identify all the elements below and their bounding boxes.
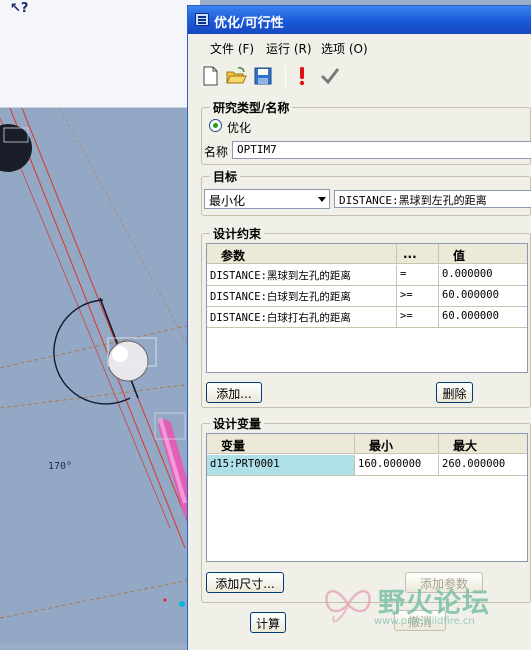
constraint-param[interactable]: DISTANCE:白球打右孔的距离 bbox=[207, 307, 397, 327]
toolbar-separator bbox=[285, 66, 286, 88]
optimize-radio[interactable] bbox=[209, 119, 222, 132]
checkmark-icon[interactable] bbox=[318, 64, 342, 88]
new-file-icon[interactable] bbox=[198, 64, 222, 88]
chevron-down-icon bbox=[318, 197, 326, 202]
window-title: 优化/可行性 bbox=[214, 16, 284, 31]
add-constraint-button[interactable]: 添加... bbox=[206, 382, 262, 403]
table-row[interactable]: DISTANCE:黑球到左孔的距离 = 0.000000 bbox=[207, 265, 527, 286]
table-row[interactable]: d15:PRT0001 160.000000 260.000000 bbox=[207, 455, 527, 476]
forum-watermark: 野火论坛 www.proewildfire.cn bbox=[322, 578, 531, 644]
menu-bar: 文件 (F) 运行 (R) 选项 (O) bbox=[188, 36, 531, 58]
name-field[interactable]: OPTIM7 bbox=[232, 141, 531, 159]
constraint-param[interactable]: DISTANCE:白球到左孔的距离 bbox=[207, 286, 397, 306]
cad-graphics-area[interactable]: 170° bbox=[0, 108, 200, 644]
cad-model-drawing bbox=[0, 108, 200, 619]
constraint-param[interactable]: DISTANCE:黑球到左孔的距离 bbox=[207, 265, 397, 285]
variable-min[interactable]: 160.000000 bbox=[355, 455, 439, 475]
add-dimension-button[interactable]: 添加尺寸... bbox=[206, 572, 284, 593]
goal-type-select[interactable]: 最小化 bbox=[204, 189, 330, 209]
context-help-icon[interactable]: ↖? bbox=[10, 1, 28, 16]
constraint-operator[interactable]: >= bbox=[397, 286, 439, 306]
save-icon[interactable] bbox=[251, 64, 275, 88]
watermark-url: www.proewildfire.cn bbox=[374, 616, 475, 627]
delete-constraint-button[interactable]: 删除 bbox=[436, 382, 473, 403]
variables-table: 变量 最小 最大 d15:PRT0001 160.000000 260.0000… bbox=[206, 433, 528, 562]
title-bar[interactable]: 优化/可行性 bbox=[188, 6, 531, 34]
constraint-value[interactable]: 60.000000 bbox=[439, 286, 527, 306]
study-group-title: 研究类型/名称 bbox=[210, 99, 293, 116]
goal-target-field[interactable]: DISTANCE:黑球到左孔的距离 bbox=[334, 190, 531, 208]
menu-file[interactable]: 文件 (F) bbox=[210, 40, 254, 57]
cad-toolbar-area: ↖? bbox=[0, 0, 200, 108]
constraints-group: 设计约束 参数 ... 值 DISTANCE:黑球到左孔的距离 = 0.0000… bbox=[201, 225, 531, 408]
column-header-max[interactable]: 最大 bbox=[439, 434, 527, 454]
column-header-variable[interactable]: 变量 bbox=[207, 434, 355, 454]
butterfly-logo-icon bbox=[325, 590, 371, 623]
goal-type-value: 最小化 bbox=[209, 194, 246, 208]
column-header-parameter[interactable]: 参数 bbox=[207, 244, 397, 264]
constraints-header: 参数 ... 值 bbox=[207, 244, 527, 264]
variables-header: 变量 最小 最大 bbox=[207, 434, 527, 454]
table-row[interactable]: DISTANCE:白球到左孔的距离 >= 60.000000 bbox=[207, 286, 527, 307]
constraints-group-title: 设计约束 bbox=[210, 225, 265, 242]
optimize-radio-label: 优化 bbox=[227, 121, 252, 135]
toolbar bbox=[188, 62, 531, 92]
variable-name[interactable]: d15:PRT0001 bbox=[207, 455, 355, 475]
column-header-operator[interactable]: ... bbox=[397, 244, 439, 264]
column-header-min[interactable]: 最小 bbox=[355, 434, 439, 454]
watermark-title: 野火论坛 bbox=[378, 588, 490, 619]
open-folder-icon[interactable] bbox=[224, 64, 248, 88]
optimization-dialog: 优化/可行性 文件 (F) 运行 (R) 选项 (O) 研究类型/名称 优化 名… bbox=[187, 5, 531, 650]
constraints-table: 参数 ... 值 DISTANCE:黑球到左孔的距离 = 0.000000 DI… bbox=[206, 243, 528, 373]
compute-button[interactable]: 计算 bbox=[250, 612, 286, 633]
table-row[interactable]: DISTANCE:白球打右孔的距离 >= 60.000000 bbox=[207, 307, 527, 328]
angle-dimension-label: 170° bbox=[48, 461, 73, 472]
menu-options[interactable]: 选项 (O) bbox=[321, 40, 368, 57]
window-icon bbox=[195, 13, 209, 26]
column-header-value[interactable]: 值 bbox=[439, 244, 527, 264]
variables-group: 设计变量 变量 最小 最大 d15:PRT0001 160.000000 260… bbox=[201, 415, 531, 603]
variable-max[interactable]: 260.000000 bbox=[439, 455, 527, 475]
constraint-value[interactable]: 60.000000 bbox=[439, 307, 527, 327]
goal-group: 目标 最小化 DISTANCE:黑球到左孔的距离 bbox=[201, 168, 531, 216]
menu-run[interactable]: 运行 (R) bbox=[266, 40, 312, 57]
exclamation-icon[interactable] bbox=[290, 64, 314, 88]
constraint-operator[interactable]: = bbox=[397, 265, 439, 285]
name-label: 名称 bbox=[204, 145, 229, 159]
study-group: 研究类型/名称 优化 名称 OPTIM7 bbox=[201, 99, 531, 165]
variables-group-title: 设计变量 bbox=[210, 415, 265, 432]
goal-group-title: 目标 bbox=[210, 168, 241, 185]
constraint-value[interactable]: 0.000000 bbox=[439, 265, 527, 285]
constraint-operator[interactable]: >= bbox=[397, 307, 439, 327]
